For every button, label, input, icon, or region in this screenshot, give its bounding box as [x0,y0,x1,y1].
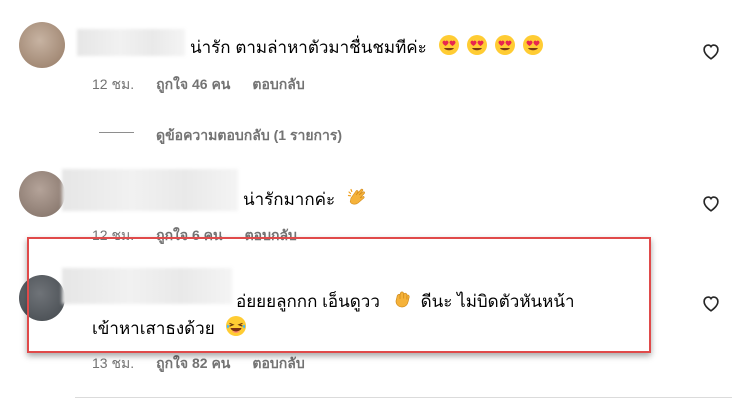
like-heart-icon[interactable] [700,292,722,314]
like-heart-icon[interactable] [700,192,722,214]
divider [75,397,732,398]
like-count[interactable]: ถูกใจ 46 คน [156,76,230,92]
comment-time[interactable]: 13 ชม. [92,355,134,371]
comment-text: น่ารักมากค่ะ [243,186,368,213]
username-blurred[interactable] [62,169,238,211]
like-count[interactable]: ถูกใจ 82 คน [156,355,230,371]
heart-eyes-emoji [522,34,544,56]
heart-eyes-emoji [438,34,460,56]
replies-divider [99,132,134,133]
clapping-hands-emoji [346,186,368,208]
comment-time[interactable]: 12 ชม. [92,76,134,92]
reply-button[interactable]: ตอบกลับ [252,355,304,371]
username-blurred[interactable] [77,29,185,56]
reply-button[interactable]: ตอบกลับ [252,76,304,92]
avatar[interactable] [19,171,65,217]
comment-meta: 12 ชม. ถูกใจ 46 คน ตอบกลับ [92,74,327,96]
highlight-box [27,237,651,353]
like-heart-icon[interactable] [700,40,722,62]
heart-eyes-emoji [494,34,516,56]
view-replies-button[interactable]: ดูข้อความตอบกลับ (1 รายการ) [156,125,342,147]
avatar[interactable] [19,22,65,68]
heart-eyes-emoji [466,34,488,56]
comment-meta: 13 ชม. ถูกใจ 82 คน ตอบกลับ [92,353,327,375]
comment-text: น่ารัก ตามล่าหาตัวมาชื่นชมทีค่ะ [190,34,544,61]
